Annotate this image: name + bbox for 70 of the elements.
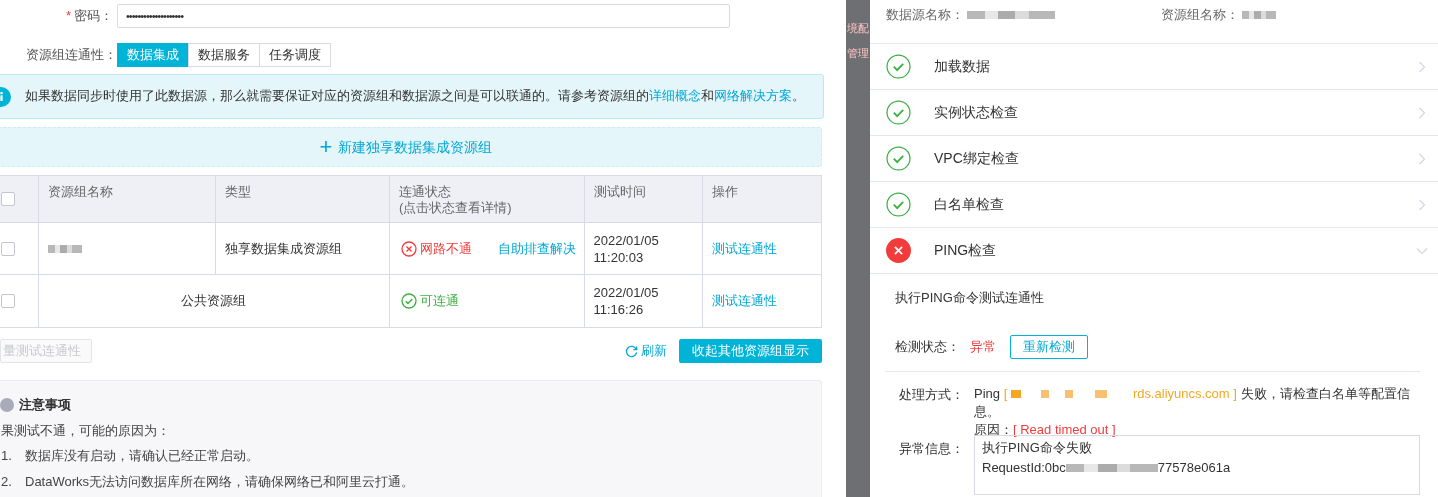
notes-text: 果测试不通，可能的原因为： (1, 421, 171, 440)
check-label: 加载数据 (934, 57, 991, 76)
field-label: 异常信息： (899, 439, 965, 458)
check-label: VPC绑定检查 (934, 149, 1020, 168)
field-label: 资源组名称： (1161, 6, 1239, 24)
password-field[interactable]: •••••••••••••••••••• (117, 4, 730, 28)
column-header: 连通状态 (点击状态查看详情) (390, 176, 585, 222)
checkbox[interactable] (1, 294, 15, 308)
recheck-button[interactable]: 重新检测 (1010, 334, 1088, 359)
checkbox[interactable] (1, 241, 15, 256)
doc-link[interactable]: 详细概念 (649, 89, 701, 104)
redacted-name (47, 244, 82, 253)
table-cell-text: 公共资源组 (181, 292, 247, 311)
troubleshoot-link[interactable]: 自助排查解决 (497, 238, 576, 259)
column-header: 资源组名称 (38, 176, 217, 222)
refresh-button[interactable]: 刷新 (625, 341, 667, 361)
field-label: 处理方式： (899, 385, 965, 404)
check-circle-icon (400, 293, 417, 309)
checkbox[interactable] (1, 192, 15, 206)
cross-circle-icon (401, 240, 417, 257)
list-number: 2. (1, 472, 13, 491)
notes-text: 数据库没有启动，请确认已经正常启动。 (25, 447, 259, 465)
page-text: 境配 (847, 21, 869, 36)
table-cell-text: 11:16:26 (593, 301, 645, 318)
field-label: 密码： (74, 7, 113, 26)
handling-text: Ping [ rds.aliyuncs.com ] 失败，请检查白名单等配置信息。 (974, 384, 1411, 421)
check-label: PING检查 (934, 241, 998, 260)
table-cell-text: 11:20:03 (593, 248, 645, 266)
segment-tab[interactable]: 数据服务 (188, 43, 260, 67)
status-link[interactable]: 可连通 (400, 291, 459, 311)
segment-tab[interactable]: 任务调度 (259, 43, 331, 67)
plus-icon: + (319, 136, 333, 158)
page-text: 管理 (847, 45, 869, 61)
status-link[interactable]: 网路不通 (401, 238, 472, 259)
check-label: 白名单检查 (934, 195, 1005, 214)
segment-tab[interactable]: 数据集成 (117, 43, 189, 67)
required-mark: * (65, 7, 71, 26)
check-row[interactable]: 实例状态检查 (870, 90, 1438, 136)
redacted-value (1242, 10, 1276, 19)
error-text: 执行PING命令失败 (982, 438, 1093, 457)
field-label: 数据源名称： (886, 6, 964, 24)
table-cell-text: 2022/01/05 (593, 284, 660, 301)
collapse-groups-button[interactable]: 收起其他资源组显示 (679, 339, 822, 363)
info-text: 如果数据同步时使用了此数据源，那么就需要保证对应的资源组和数据源之间是可以联通的。请参考资源组的详细概念和网络解决方案。 (25, 88, 805, 106)
column-header: 测试时间 (584, 176, 704, 222)
check-row[interactable]: 白名单检查 (870, 182, 1438, 228)
list-number: 1. (1, 447, 13, 465)
column-header: 操作 (711, 183, 740, 201)
error-text: RequestId:0bc (982, 458, 1066, 477)
new-resource-group-button[interactable]: + 新建独享数据集成资源组 (0, 127, 822, 167)
notes-text: DataWorks无法访问数据库所在网络，请确保网络已和阿里云打通。 (25, 472, 415, 491)
doc-link[interactable]: 网络解决方案 (714, 89, 792, 104)
error-text: 77578e061a (1157, 458, 1231, 477)
host-address: [ rds.aliyuncs.com ] (1003, 385, 1237, 401)
check-label: 实例状态检查 (934, 103, 1019, 122)
notice-icon (0, 397, 14, 412)
check-row[interactable]: PING检查 (870, 228, 1438, 274)
field-label: 资源组连通性： (25, 46, 117, 65)
notes-title: 注意事项 (19, 396, 71, 414)
table-cell-text: 2022/01/05 (593, 231, 660, 249)
check-description: 执行PING命令测试连通性 (895, 289, 1045, 307)
column-header: 类型 (216, 176, 390, 222)
table-cell-text: 独享数据集成资源组 (225, 239, 343, 258)
test-connectivity-link[interactable]: 测试连通性 (712, 238, 778, 259)
refresh-icon (625, 344, 638, 358)
status-text: 异常 (970, 337, 997, 356)
test-connectivity-link[interactable]: 测试连通性 (712, 291, 778, 311)
check-row[interactable]: 加载数据 (870, 44, 1438, 90)
field-label: 检测状态： (895, 337, 961, 356)
check-row[interactable]: VPC绑定检查 (870, 136, 1438, 182)
